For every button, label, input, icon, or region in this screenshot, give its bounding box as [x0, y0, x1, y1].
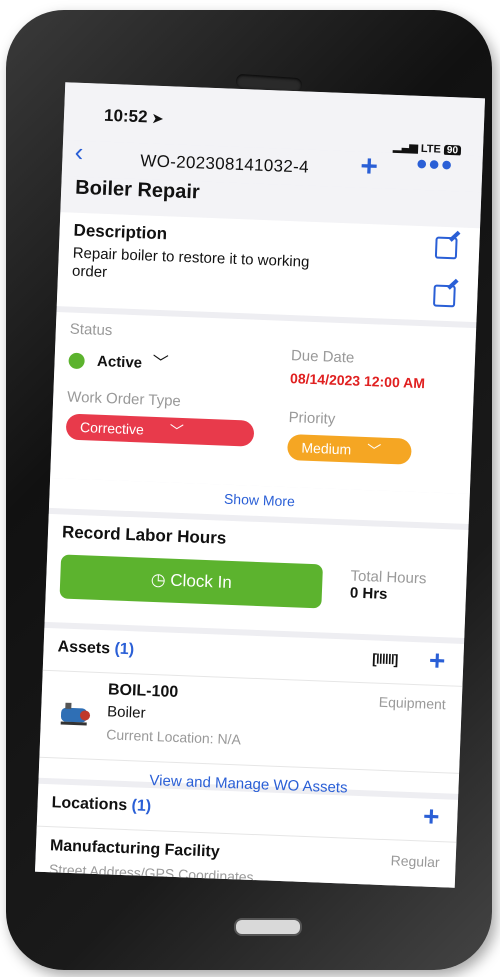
more-options-icon[interactable]: ••• [416, 148, 455, 183]
labor-card: Record Labor Hours ◷ Clock In Total Hour… [44, 513, 469, 638]
home-indicator[interactable] [234, 918, 302, 936]
clock-in-label: Clock In [169, 570, 233, 592]
boiler-icon [60, 702, 91, 726]
chevron-down-icon: ﹀ [152, 354, 169, 373]
chevron-down-icon: ﹀ [169, 422, 185, 440]
due-date-label: Due Date [290, 347, 355, 367]
labor-title: Record Labor Hours [61, 522, 227, 548]
description-card: Description Repair boiler to restore it … [56, 212, 481, 323]
locations-count: (1) [131, 797, 152, 816]
work-order-id: WO-202308141032-4 [139, 151, 310, 177]
locations-card: Locations (1) + Manufacturing Facility R… [34, 783, 459, 888]
status-value: Active [96, 352, 143, 372]
chevron-down-icon: ﹀ [366, 442, 382, 459]
status-selector[interactable]: Active ﹀ [68, 346, 169, 374]
clock-in-button[interactable]: ◷ Clock In [59, 554, 323, 609]
app-screen: 10:52 ➤ ▂▄▆ LTE 90 ‹ WO-202308141032-4 +… [34, 82, 486, 888]
status-label: Status [69, 320, 113, 340]
asset-code: BOIL-100 [107, 681, 179, 702]
back-chevron-icon[interactable]: ‹ [74, 137, 84, 168]
total-hours-value: 0 Hrs [349, 584, 388, 603]
edit-description-icon[interactable] [432, 284, 456, 308]
location-type: Regular [390, 852, 440, 871]
add-location-icon[interactable]: + [422, 801, 440, 834]
status-time: 10:52 ➤ [103, 105, 164, 127]
asset-category: Equipment [378, 693, 447, 713]
priority-dropdown[interactable]: Medium ﹀ [286, 434, 412, 465]
asset-name: Boiler [106, 703, 146, 722]
assets-title: Assets [57, 638, 111, 658]
clock-icon: ◷ [150, 569, 166, 590]
asset-location: Current Location: N/A [106, 726, 242, 748]
locations-title: Locations [51, 794, 128, 815]
barcode-scan-icon[interactable]: [‖‖‖] [372, 650, 398, 667]
due-date-value[interactable]: 08/14/2023 12:00 AM [290, 370, 425, 391]
edit-title-icon[interactable] [434, 236, 458, 260]
priority-label: Priority [288, 409, 336, 428]
location-arrow-icon: ➤ [151, 110, 164, 127]
assets-card: Assets (1) [‖‖‖] + BOIL-100 Boiler Curre… [38, 627, 465, 797]
work-order-type-label: Work Order Type [66, 388, 182, 410]
work-order-type-value: Corrective [79, 419, 145, 438]
description-text: Repair boiler to restore it to working o… [71, 244, 310, 281]
work-order-type-dropdown[interactable]: Corrective ﹀ [65, 413, 255, 447]
add-asset-icon[interactable]: + [428, 645, 446, 678]
status-active-dot [68, 352, 85, 369]
asset-list-item[interactable]: BOIL-100 Boiler Current Location: N/A Eq… [39, 670, 463, 774]
priority-value: Medium [301, 439, 352, 458]
details-card: Status Active ﹀ Due Date 08/14/2023 12:0… [50, 312, 477, 495]
add-plus-icon[interactable]: + [360, 150, 379, 185]
assets-count: (1) [114, 640, 135, 659]
